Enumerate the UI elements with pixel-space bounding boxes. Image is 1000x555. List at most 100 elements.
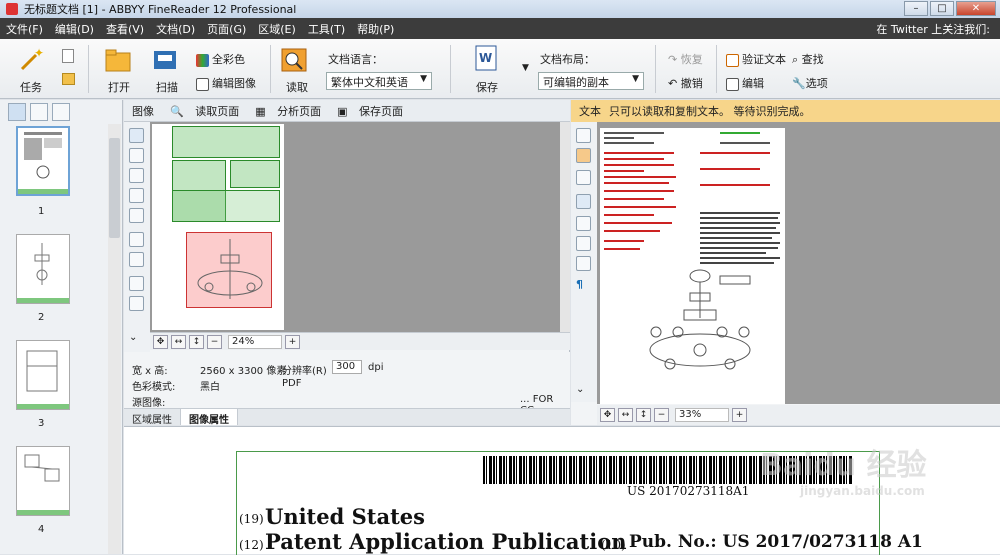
new-doc-icon[interactable] xyxy=(62,49,74,63)
close-button[interactable]: ✕ xyxy=(956,1,996,16)
pages-panel: 1 2 3 4 xyxy=(0,100,123,554)
pilcrow-icon[interactable]: ¶ xyxy=(576,278,591,293)
menu-tools[interactable]: 工具(T) xyxy=(302,21,351,37)
verify-text-label: 验证文本 xyxy=(742,53,786,66)
bg-picture-tool-icon[interactable] xyxy=(129,168,144,183)
menu-view[interactable]: 查看(V) xyxy=(100,21,150,37)
page-thumbnail[interactable] xyxy=(16,126,70,196)
thumbnail-view-icon[interactable] xyxy=(8,103,26,121)
find-text-tool-icon[interactable] xyxy=(576,236,591,251)
picture-area-tool-icon[interactable] xyxy=(129,148,144,163)
zoom-out-button[interactable]: − xyxy=(654,408,669,422)
tab-area-properties[interactable]: 区域属性 xyxy=(124,409,181,426)
fit-height-icon[interactable]: ↕ xyxy=(189,334,204,349)
task-button[interactable]: 任务 xyxy=(20,79,42,95)
undo-label: 撤销 xyxy=(680,77,703,90)
verify-text-button[interactable]: 验证文本 xyxy=(726,51,786,67)
details-view-icon[interactable] xyxy=(30,103,48,121)
scrollbar-thumb[interactable] xyxy=(109,138,120,238)
page-properties-icon[interactable] xyxy=(52,103,70,121)
resolution-input[interactable]: 300 xyxy=(332,360,362,374)
menu-help[interactable]: 帮助(P) xyxy=(351,21,400,37)
hand-tool-icon[interactable] xyxy=(129,296,144,311)
ribbon-toolbar: ✦ 任务 打开 扫描 全彩色 编辑图像 读取 文档语言： 繁体中文和英语 ▼ W … xyxy=(0,39,1000,99)
save-page-button[interactable]: ▣ 保存页面 xyxy=(329,103,403,119)
doc-layout-value: 可编辑的副本 xyxy=(543,76,609,89)
image-zoom-bar: ✥ ↔ ↕ − 24% + xyxy=(150,332,570,350)
picture-zone[interactable] xyxy=(186,232,272,308)
title-bar: 无标题文档 [1] - ABBYY FineReader 12 Professi… xyxy=(0,0,1000,18)
expand-tools-icon[interactable]: ⌄ xyxy=(576,384,591,399)
text-zone[interactable] xyxy=(230,160,280,188)
page-thumbnail[interactable] xyxy=(16,446,70,516)
edit-image-button[interactable]: 编辑图像 xyxy=(196,75,256,91)
folder-small-icon[interactable] xyxy=(62,73,75,85)
doc-layout-select[interactable]: 可编辑的副本 ▼ xyxy=(538,72,644,90)
fit-page-icon[interactable]: ✥ xyxy=(153,334,168,349)
pointer-tool-icon[interactable] xyxy=(129,276,144,291)
find-button[interactable]: ⌕ 查找 xyxy=(792,51,824,67)
edit-pencil-icon xyxy=(726,77,739,91)
menu-file[interactable]: 文件(F) xyxy=(0,21,49,37)
save-dropdown-arrow[interactable]: ▼ xyxy=(522,63,529,73)
reorder-areas-tool-icon[interactable] xyxy=(129,252,144,267)
menu-area[interactable]: 区域(E) xyxy=(252,21,302,37)
layers-tool-icon[interactable] xyxy=(576,256,591,271)
text-zone[interactable] xyxy=(172,190,280,222)
verify-tool-icon[interactable] xyxy=(576,194,591,209)
zoom-in-button[interactable]: + xyxy=(732,408,747,422)
style-tool-icon[interactable] xyxy=(576,148,591,163)
menu-document[interactable]: 文档(D) xyxy=(150,21,201,37)
twitter-follow-text[interactable]: 在 Twitter 上关注我们: xyxy=(876,21,990,37)
fit-width-icon[interactable]: ↔ xyxy=(618,408,633,422)
thumbnail-number: 2 xyxy=(38,312,45,323)
page-thumbnail[interactable] xyxy=(16,234,70,304)
analyze-page-icon: ▦ xyxy=(255,104,266,118)
save-button[interactable]: 保存 xyxy=(476,79,498,95)
maximize-button[interactable]: □ xyxy=(930,1,954,16)
image-scrollbar[interactable] xyxy=(560,122,570,332)
text-area-tool-icon[interactable] xyxy=(129,128,144,143)
redo-button[interactable]: ↷ 恢复 xyxy=(668,51,703,67)
read-button[interactable]: 读取 xyxy=(286,79,308,95)
open-button[interactable]: 打开 xyxy=(108,79,130,95)
scan-button[interactable]: 扫描 xyxy=(156,79,178,95)
barcode-area-tool-icon[interactable] xyxy=(129,208,144,223)
doc-language-select[interactable]: 繁体中文和英语 ▼ xyxy=(326,72,432,90)
update-tool-icon[interactable] xyxy=(576,170,591,185)
format-tool-icon[interactable] xyxy=(576,128,591,143)
delete-area-tool-icon[interactable] xyxy=(129,232,144,247)
zoom-text-tool-icon[interactable] xyxy=(576,216,591,231)
analyze-page-label: 分析页面 xyxy=(277,104,322,118)
ribbon-separator xyxy=(655,45,656,93)
table-area-tool-icon[interactable] xyxy=(129,188,144,203)
expand-tools-icon[interactable]: ⌄ xyxy=(129,332,144,347)
minimize-button[interactable]: – xyxy=(904,1,928,16)
thumbnails-scrollbar[interactable] xyxy=(108,124,121,554)
analyze-page-button[interactable]: ▦ 分析页面 xyxy=(247,103,321,119)
page-thumbnail[interactable] xyxy=(16,340,70,410)
text-zoom-value[interactable]: 33% xyxy=(675,408,729,422)
zoom-out-button[interactable]: − xyxy=(207,334,222,349)
menu-page[interactable]: 页面(G) xyxy=(201,21,252,37)
tab-image-properties[interactable]: 图像属性 xyxy=(181,409,238,426)
undo-button[interactable]: ↶ 撤销 xyxy=(668,75,703,91)
edit-button[interactable]: 编辑 xyxy=(726,75,764,91)
read-page-button[interactable]: 🔍 读取页面 xyxy=(162,103,239,119)
doc-type-num: (12) xyxy=(239,538,264,552)
image-zoom-value[interactable]: 24% xyxy=(228,334,282,349)
fit-page-icon[interactable]: ✥ xyxy=(600,408,615,422)
text-pane: 文本 只可以读取和复制文本。 等待识别完成。 ¶ ⌄ ✥ ↔ ↕ − 33% + xyxy=(571,100,1000,425)
options-label: 选项 xyxy=(805,77,828,90)
redo-icon: ↷ xyxy=(668,53,678,66)
text-canvas[interactable] xyxy=(597,122,1000,404)
image-canvas[interactable] xyxy=(150,122,560,332)
menu-edit[interactable]: 编辑(D) xyxy=(49,21,100,37)
fit-height-icon[interactable]: ↕ xyxy=(636,408,651,422)
ribbon-separator xyxy=(716,45,717,93)
text-zone[interactable] xyxy=(172,126,280,158)
full-color-button[interactable]: 全彩色 xyxy=(196,51,245,67)
fit-width-icon[interactable]: ↔ xyxy=(171,334,186,349)
options-button[interactable]: 🔧选项 xyxy=(792,75,828,91)
zoom-in-button[interactable]: + xyxy=(285,334,300,349)
